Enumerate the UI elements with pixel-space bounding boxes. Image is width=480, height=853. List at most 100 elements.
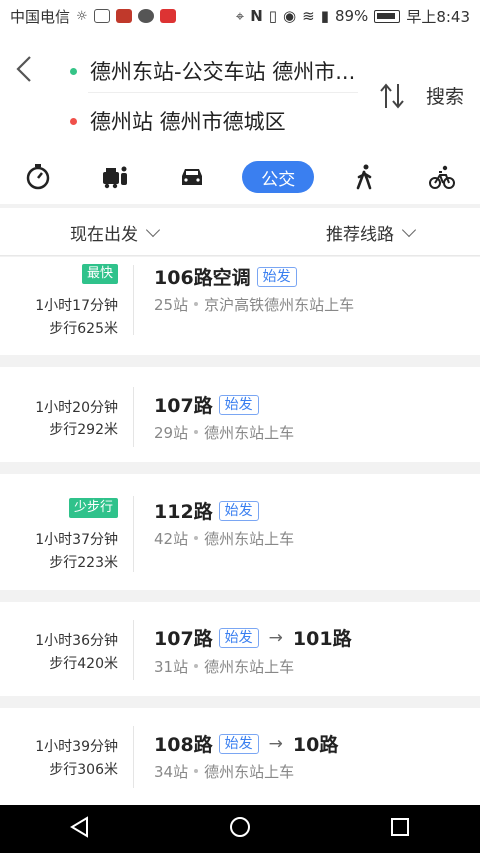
- chevron-down-icon: [401, 222, 417, 237]
- taxi-icon: [102, 166, 127, 189]
- walk-distance: 步行625米: [49, 321, 118, 337]
- stop-count: 25站: [154, 296, 189, 314]
- square-recents-icon: [391, 818, 409, 836]
- divider: [133, 620, 134, 680]
- bike-icon: [428, 165, 455, 189]
- stop-count: 42站: [154, 530, 189, 548]
- system-nav-bar: [0, 805, 480, 853]
- message-icon: [93, 9, 110, 23]
- clock: 早上8:43: [406, 7, 470, 26]
- battery-percent: 89%: [334, 7, 369, 25]
- nav-back-button[interactable]: [68, 815, 92, 843]
- bus-line: 112路: [154, 501, 213, 523]
- chevron-left-icon: [16, 56, 31, 82]
- wifi-icon: ≋: [302, 7, 315, 25]
- search-button[interactable]: 搜索: [426, 82, 464, 109]
- duration: 1小时36分钟: [35, 633, 118, 649]
- tab-car[interactable]: [166, 160, 218, 194]
- stop-count: 29站: [154, 424, 189, 442]
- dot-separator: [194, 302, 199, 306]
- sort-label: 推荐线路: [326, 225, 394, 245]
- divider: [88, 92, 358, 93]
- arrow-right-icon: →: [268, 627, 283, 648]
- tab-walk[interactable]: [339, 160, 391, 194]
- origin-badge: 始发: [256, 266, 297, 287]
- start-label: 德州东站-公交车站 德州市...: [90, 60, 356, 84]
- route-card[interactable]: 1小时36分钟 步行420米 107路 始发 → 101路 31站 德州东站上车: [0, 602, 480, 696]
- origin-badge: 始发: [218, 394, 259, 415]
- transport-mode-tabs: 公交: [0, 150, 480, 204]
- vibrate-icon: ▯: [268, 7, 278, 25]
- arrow-right-icon: →: [268, 733, 283, 754]
- divider: [133, 726, 134, 788]
- sort-dropdown[interactable]: 推荐线路: [326, 220, 417, 245]
- tab-timer[interactable]: [12, 160, 64, 194]
- route-card[interactable]: 最快 1小时17分钟 步行625米 106路空调 始发 25站 京沪高铁德州东站上…: [0, 257, 480, 355]
- dot-separator: [194, 536, 199, 540]
- board-station: 德州东站上车: [204, 763, 295, 781]
- route-card[interactable]: 少步行 1小时37分钟 步行223米 112路 始发 42站 德州东站上车: [0, 474, 480, 590]
- origin-badge: 始发: [218, 627, 259, 648]
- triangle-back-icon: [70, 816, 88, 838]
- divider: [133, 387, 134, 447]
- tag-less-walking: 少步行: [68, 498, 118, 518]
- car-icon: [181, 169, 202, 185]
- circle-home-icon: [230, 817, 250, 837]
- bus-line: 108路: [154, 734, 213, 756]
- walk-distance: 步行292米: [49, 422, 118, 438]
- nav-recents-button[interactable]: [388, 815, 412, 843]
- depart-time-dropdown[interactable]: 现在出发: [70, 220, 161, 245]
- route-card[interactable]: 1小时39分钟 步行306米 108路 始发 → 10路 34站 德州东站上车: [0, 708, 480, 805]
- tag-fastest: 最快: [81, 264, 118, 284]
- start-point[interactable]: 德州东站-公交车站 德州市...: [70, 56, 360, 86]
- swap-button[interactable]: [378, 80, 406, 112]
- board-station: 德州东站上车: [204, 424, 295, 442]
- nav-home-button[interactable]: [228, 815, 252, 843]
- location-icon: ⌖: [235, 7, 245, 25]
- walk-distance: 步行420米: [49, 656, 118, 672]
- end-label: 德州站 德州市德城区: [90, 110, 286, 134]
- app-icon: [115, 9, 132, 23]
- sun-icon: ☼: [76, 8, 88, 24]
- origin-badge: 始发: [218, 733, 259, 754]
- route-card[interactable]: 1小时20分钟 步行292米 107路 始发 29站 德州东站上车: [0, 367, 480, 462]
- duration: 1小时39分钟: [35, 739, 118, 755]
- walk-distance: 步行306米: [49, 762, 118, 778]
- walk-distance: 步行223米: [49, 555, 118, 571]
- chevron-down-icon: [145, 222, 161, 237]
- end-point[interactable]: 德州站 德州市德城区: [70, 106, 286, 136]
- tab-bus[interactable]: 公交: [242, 161, 315, 193]
- board-station: 京沪高铁德州东站上车: [204, 296, 355, 314]
- battery-icon: [374, 9, 401, 23]
- dot-separator: [194, 769, 199, 773]
- route-header: 德州东站-公交车站 德州市... 德州站 德州市德城区 搜索: [0, 32, 480, 150]
- depart-time-label: 现在出发: [70, 225, 138, 245]
- filter-bar: 现在出发 推荐线路: [0, 208, 480, 256]
- board-station: 德州东站上车: [204, 530, 295, 548]
- tab-bike[interactable]: [416, 160, 468, 194]
- carrier-label: 中国电信: [10, 7, 71, 26]
- bus-line: 107路: [154, 628, 213, 650]
- dot-separator: [194, 430, 199, 434]
- dot-separator: [194, 664, 199, 668]
- status-bar: 中国电信 ☼ ⌖ N ▯ ◉ ≋ ▮ 89% 早上8:43: [0, 0, 480, 32]
- duration: 1小时17分钟: [35, 298, 118, 314]
- stopwatch-icon: [27, 164, 50, 190]
- stop-count: 34站: [154, 763, 189, 781]
- board-station: 德州东站上车: [204, 658, 295, 676]
- eye-icon: ◉: [283, 7, 297, 25]
- swap-icon: [380, 83, 404, 109]
- stop-count: 31站: [154, 658, 189, 676]
- transfer-bus-line: 101路: [292, 628, 352, 650]
- tab-taxi[interactable]: [89, 160, 141, 194]
- transfer-bus-line: 10路: [292, 734, 339, 756]
- nfc-icon: N: [250, 7, 263, 25]
- divider: [133, 265, 134, 335]
- back-button[interactable]: [14, 54, 42, 86]
- walk-icon: [356, 164, 372, 190]
- origin-badge: 始发: [218, 500, 259, 521]
- app2-icon: [159, 9, 176, 23]
- end-dot-icon: [70, 117, 77, 125]
- duration: 1小时37分钟: [35, 532, 118, 548]
- wechat-icon: [137, 9, 154, 23]
